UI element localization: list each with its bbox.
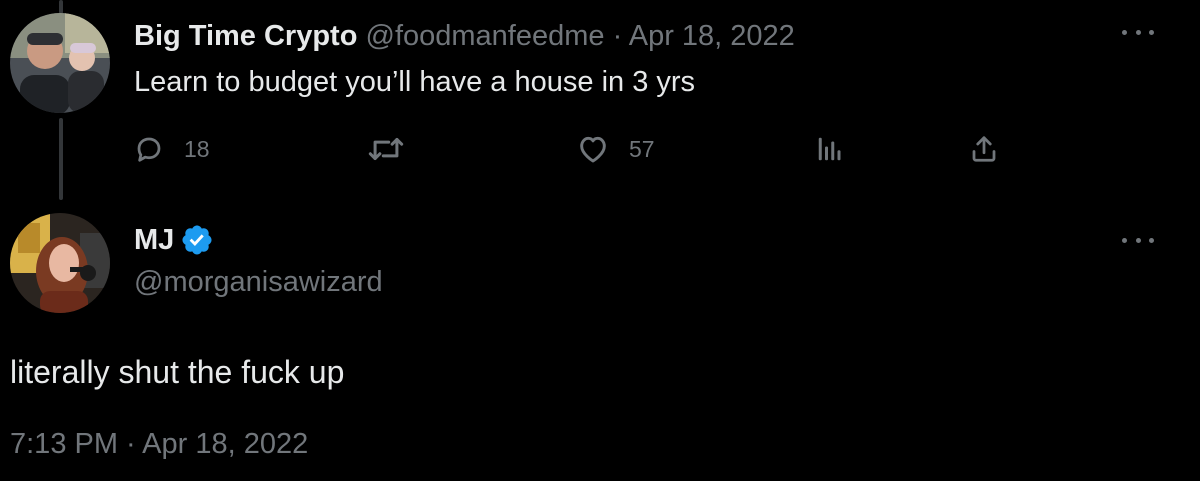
share-icon (972, 136, 996, 162)
analytics-icon (818, 137, 841, 161)
avatar-reply-author[interactable] (10, 13, 110, 113)
reply-icon (137, 137, 161, 162)
like-button[interactable]: 57 (577, 132, 655, 166)
retweet-icon (368, 137, 404, 161)
main-author-row: MJ (134, 222, 214, 258)
header-separator: · (612, 20, 623, 52)
thread-connector-top (59, 0, 63, 14)
reply-author-name[interactable]: Big Time Crypto (134, 20, 357, 52)
share-button[interactable] (969, 132, 999, 166)
main-tweet-text: literally shut the fuck up (10, 354, 345, 390)
main-tweet-timestamp[interactable]: 7:13 PM · Apr 18, 2022 (10, 426, 308, 462)
like-count: 57 (629, 135, 655, 162)
verified-badge-icon[interactable] (180, 223, 214, 257)
reply-date[interactable]: Apr 18, 2022 (629, 20, 795, 52)
more-options-icon[interactable] (1122, 228, 1154, 252)
heart-icon (580, 136, 606, 163)
more-options-icon[interactable] (1122, 20, 1154, 44)
avatar-main-author[interactable] (10, 213, 110, 313)
views-button[interactable] (815, 132, 845, 166)
reply-author-handle[interactable]: @foodmanfeedme (366, 20, 605, 52)
reply-count: 18 (184, 135, 210, 162)
retweet-button[interactable] (366, 132, 426, 166)
reply-tweet-text: Learn to budget you’ll have a house in 3… (134, 66, 696, 98)
reply-header: Big Time Crypto @foodmanfeedme · Apr 18,… (134, 18, 795, 54)
thread-connector (59, 118, 63, 200)
main-author-name[interactable]: MJ (134, 222, 174, 258)
reply-button[interactable]: 18 (134, 132, 210, 166)
main-author-handle[interactable]: @morganisawizard (134, 264, 383, 300)
